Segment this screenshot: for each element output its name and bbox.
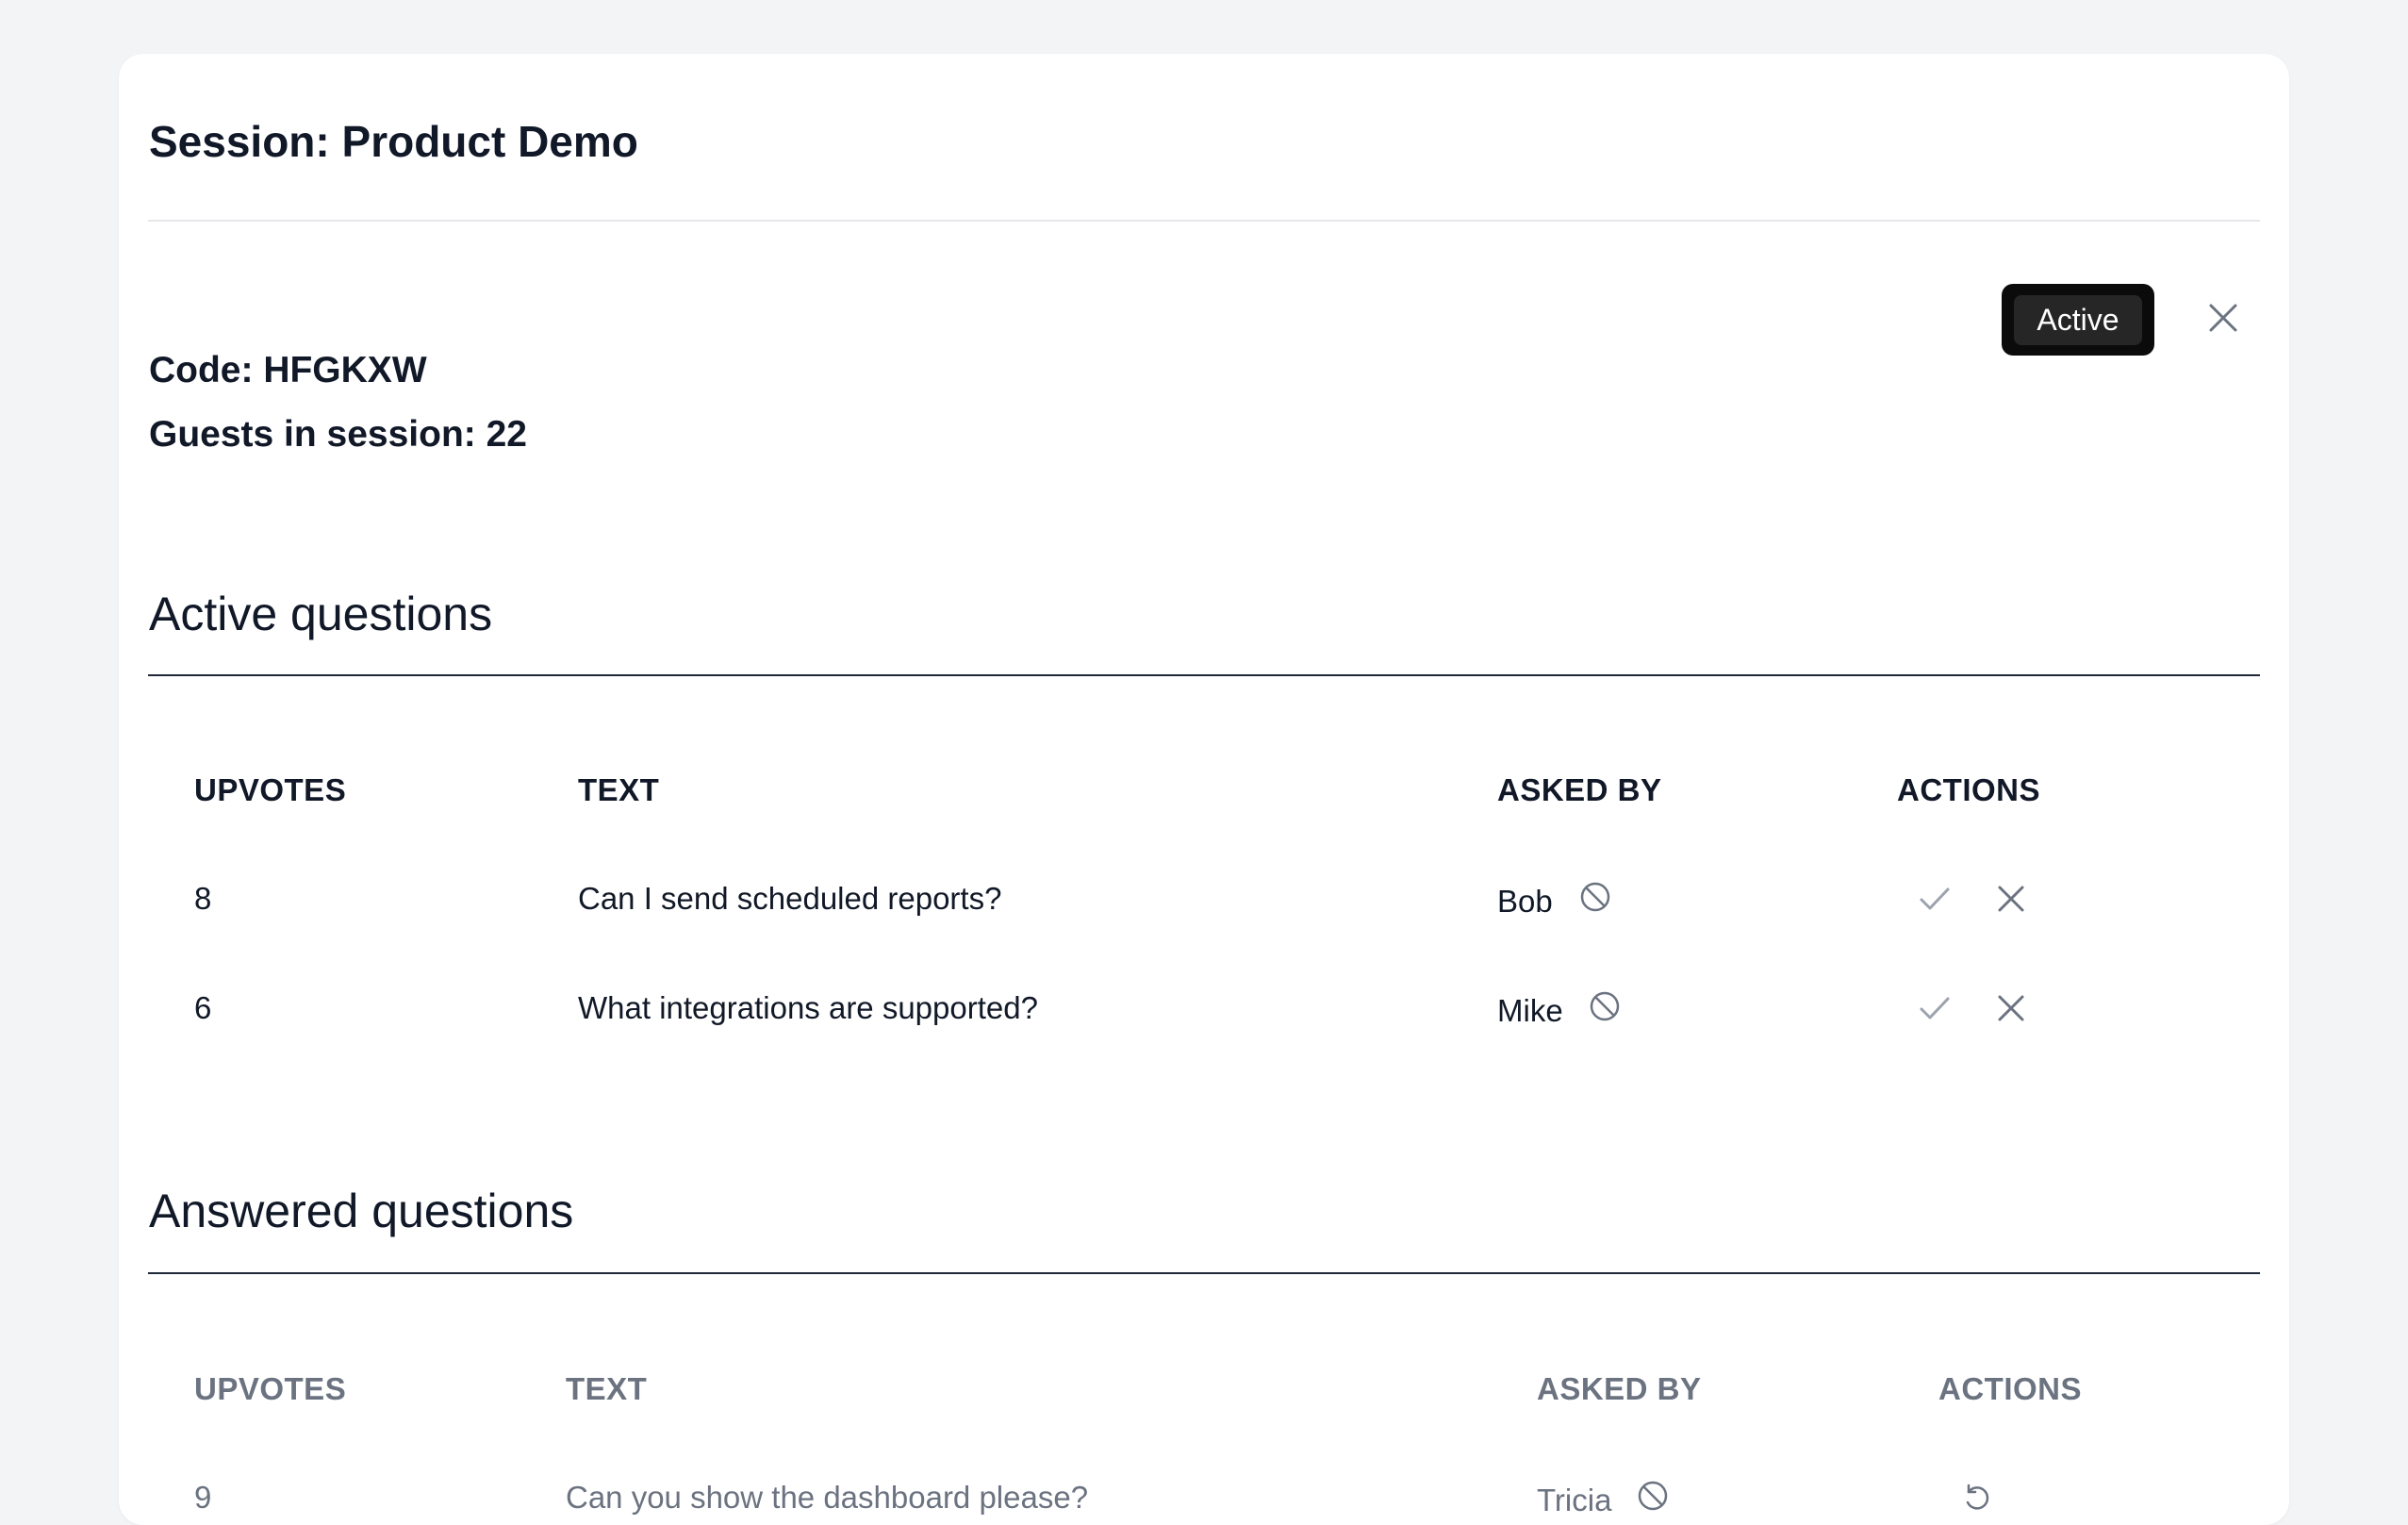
x-icon[interactable] bbox=[1992, 880, 2030, 918]
session-status-toggle-button[interactable]: Active bbox=[2002, 284, 2154, 356]
question-text: Can I send scheduled reports? bbox=[578, 881, 1002, 916]
column-header-actions: ACTIONS bbox=[1897, 772, 2040, 807]
question-text: Can you show the dashboard please? bbox=[566, 1480, 1089, 1515]
close-icon bbox=[2208, 303, 2238, 338]
column-header-asked-by: ASKED BY bbox=[1537, 1371, 1702, 1406]
active-questions-heading: Active questions bbox=[149, 588, 493, 640]
column-header-asked-by: ASKED BY bbox=[1497, 772, 1662, 807]
ban-icon[interactable] bbox=[1636, 1479, 1670, 1513]
asker-name: Tricia bbox=[1537, 1483, 1612, 1517]
x-icon[interactable] bbox=[1992, 989, 2030, 1027]
undo-icon[interactable] bbox=[1957, 1479, 1995, 1517]
session-card: Session: Product Demo Code: HFGKXW Guest… bbox=[119, 54, 2289, 1525]
asker-name: Mike bbox=[1497, 993, 1563, 1028]
check-icon[interactable] bbox=[1916, 989, 1954, 1027]
session-status-label: Active bbox=[2014, 294, 2142, 345]
column-header-actions: ACTIONS bbox=[1938, 1371, 2082, 1406]
upvote-count: 6 bbox=[194, 990, 212, 1025]
guest-count: Guests in session: 22 bbox=[149, 414, 527, 455]
column-header-upvotes: UPVOTES bbox=[194, 1371, 347, 1406]
check-icon[interactable] bbox=[1916, 880, 1954, 918]
answered-questions-heading: Answered questions bbox=[149, 1185, 574, 1237]
active-questions-divider bbox=[148, 674, 2260, 676]
close-session-button[interactable] bbox=[2204, 301, 2242, 339]
asker-name: Bob bbox=[1497, 884, 1553, 919]
question-text: What integrations are supported? bbox=[578, 990, 1038, 1025]
page-title: Session: Product Demo bbox=[149, 117, 638, 166]
title-divider bbox=[148, 220, 2260, 222]
ban-icon[interactable] bbox=[1588, 989, 1622, 1023]
answered-questions-divider bbox=[148, 1272, 2260, 1274]
upvote-count: 8 bbox=[194, 881, 212, 916]
upvote-count: 9 bbox=[194, 1480, 212, 1515]
column-header-text: TEXT bbox=[566, 1371, 648, 1406]
session-code: Code: HFGKXW bbox=[149, 350, 427, 390]
column-header-text: TEXT bbox=[578, 772, 660, 807]
column-header-upvotes: UPVOTES bbox=[194, 772, 347, 807]
ban-icon[interactable] bbox=[1578, 880, 1612, 914]
